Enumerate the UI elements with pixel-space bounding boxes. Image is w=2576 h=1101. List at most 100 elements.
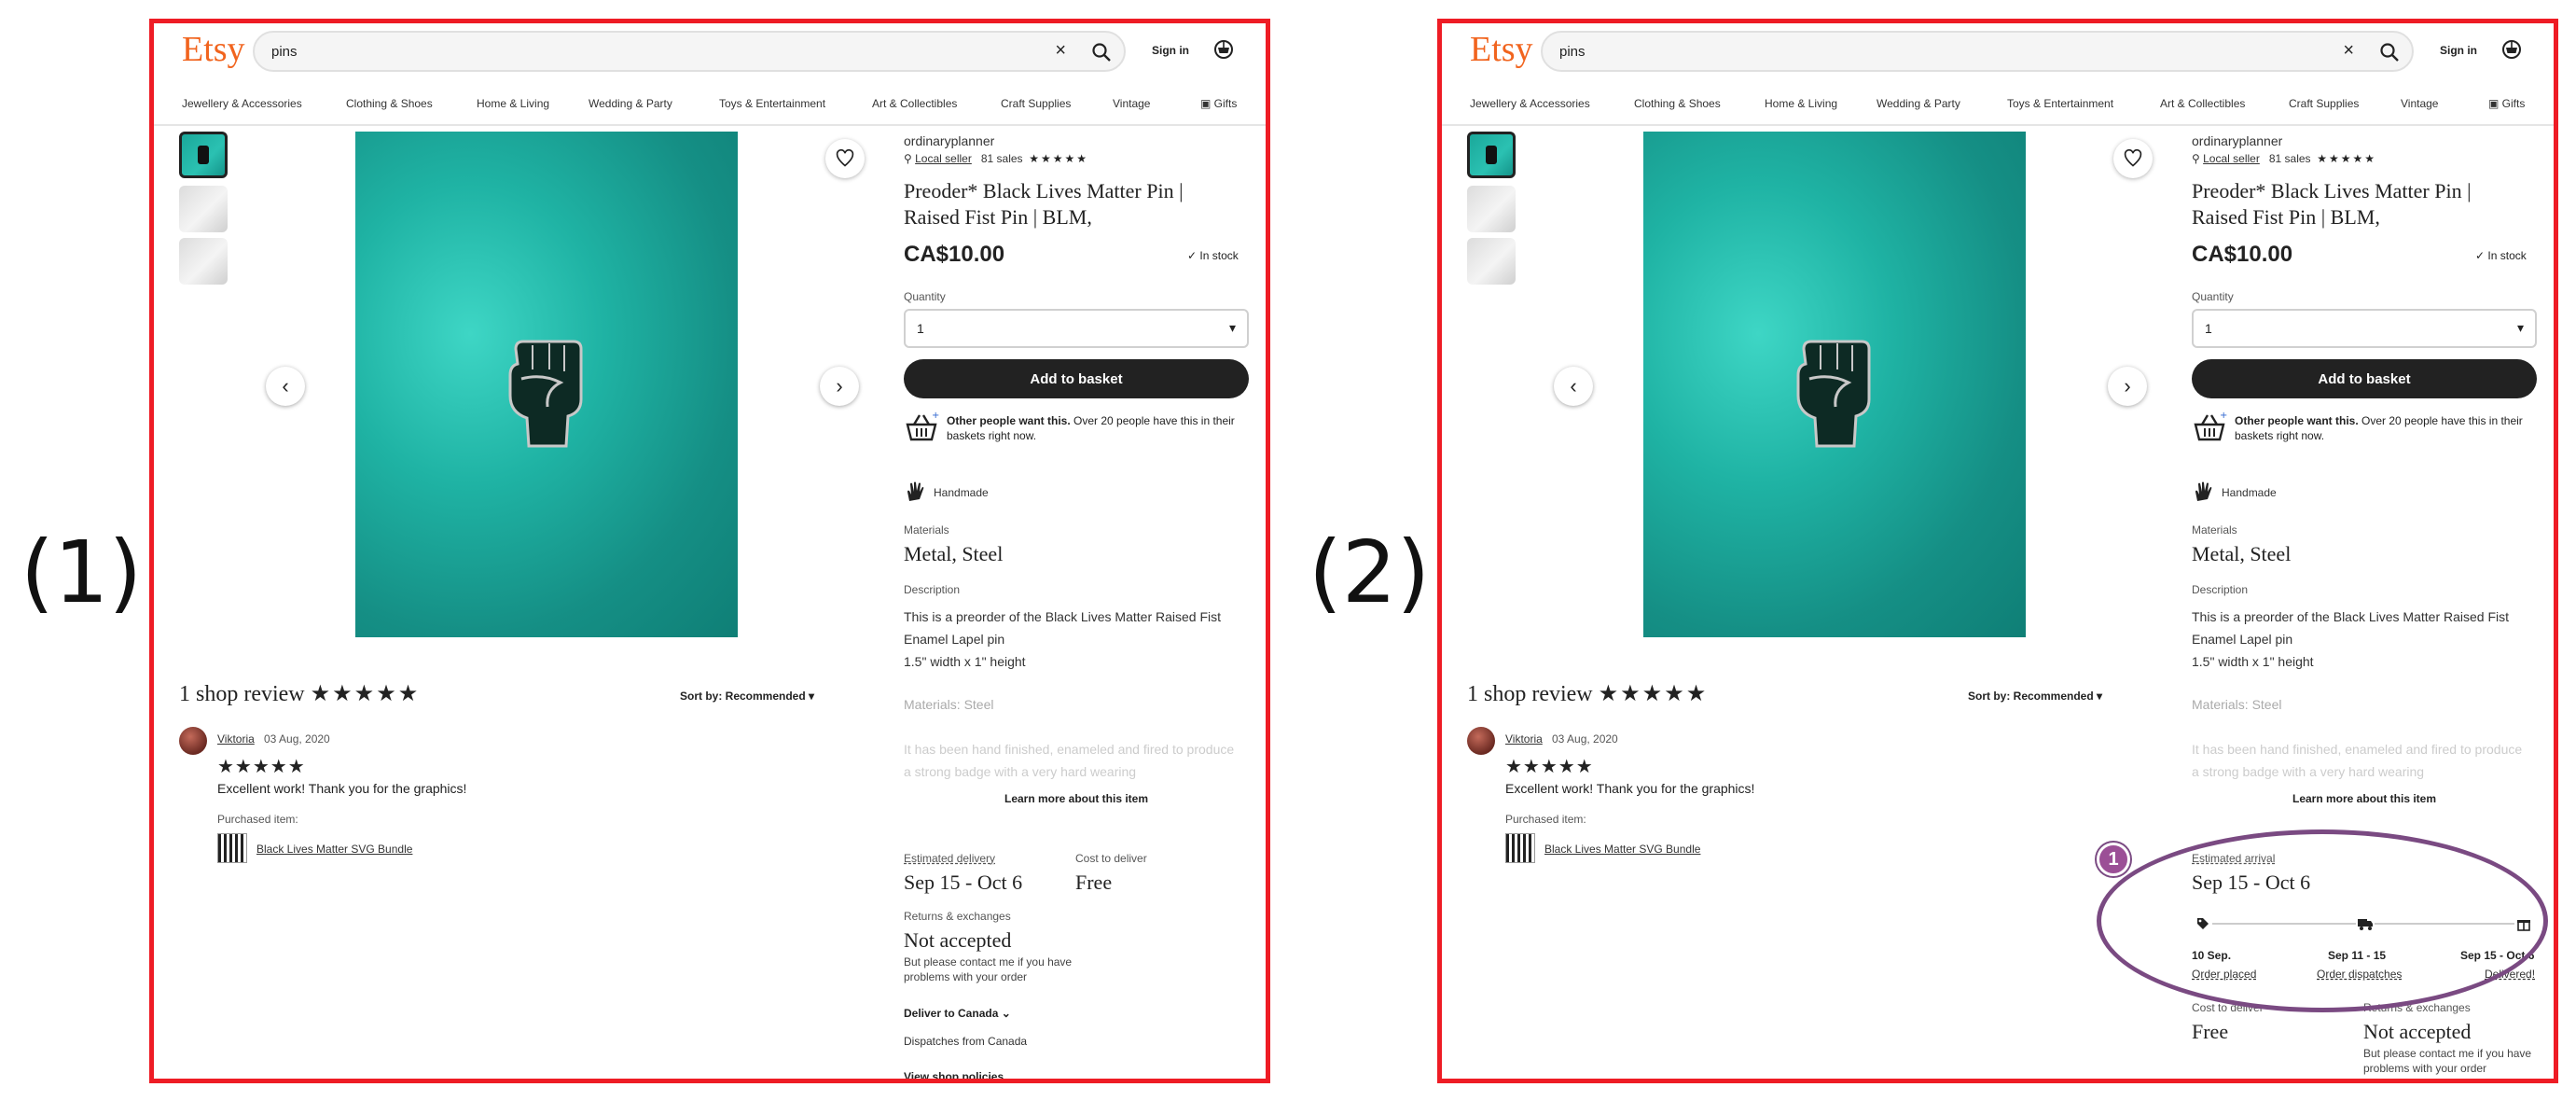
screenshot-panel-2: Etsy pins × Sign in Jewellery & Accessor…	[1437, 19, 2558, 1083]
search-bar[interactable]: pins ×	[1541, 31, 2414, 72]
basket-demand-icon: +	[2194, 411, 2227, 441]
reviews-stars: ★★★★★	[1598, 682, 1709, 706]
reviews-heading: 1 shop review ★★★★★	[1467, 680, 1708, 707]
category-jewellery[interactable]: Jewellery & Accessories	[182, 97, 302, 110]
sign-in-link[interactable]: Sign in	[2440, 44, 2477, 57]
basket-icon[interactable]	[2500, 38, 2523, 61]
returns-note: But please contact me if you have proble…	[904, 955, 1073, 983]
favorite-button[interactable]	[825, 139, 865, 178]
category-wedding[interactable]: Wedding & Party	[1877, 97, 1960, 110]
sales-count: 81 sales	[2268, 152, 2311, 165]
etsy-logo[interactable]: Etsy	[182, 29, 245, 70]
caret-down-icon: ▾	[1228, 320, 1236, 335]
category-nav: Jewellery & Accessories Clothing & Shoes…	[154, 79, 1266, 126]
quantity-select[interactable]: 1 ▾	[904, 309, 1249, 348]
close-icon[interactable]: ×	[1055, 40, 1066, 62]
product-image	[355, 132, 738, 637]
shop-rating-stars: ★★★★★	[1029, 152, 1089, 165]
caret-down-icon: ▾	[2516, 320, 2524, 335]
cost-label: Cost to deliver	[1075, 852, 1147, 865]
gallery-thumbnail-1[interactable]	[179, 132, 228, 178]
reviews-stars: ★★★★★	[310, 682, 421, 706]
returns-label: Returns & exchanges	[904, 910, 1011, 923]
avatar	[1467, 727, 1495, 755]
search-input[interactable]: pins	[1559, 44, 1586, 60]
category-jewellery[interactable]: Jewellery & Accessories	[1470, 97, 1590, 110]
deliver-to-dropdown[interactable]: Deliver to Canada ⌄	[904, 1007, 1011, 1020]
add-to-basket-button[interactable]: Add to basket	[904, 359, 1249, 398]
description-line-2: 1.5" width x 1" height	[904, 654, 1026, 669]
reviewer-name[interactable]: Viktoria	[217, 732, 255, 746]
quantity-label: Quantity	[904, 290, 946, 303]
search-icon[interactable]	[1090, 41, 1113, 63]
category-wedding[interactable]: Wedding & Party	[589, 97, 672, 110]
quantity-select[interactable]: 1 ▾	[2192, 309, 2537, 348]
sort-dropdown[interactable]: Sort by: Recommended ▾	[680, 690, 814, 703]
favorite-button[interactable]	[2113, 139, 2153, 178]
shop-name[interactable]: ordinaryplanner	[904, 133, 994, 148]
category-vintage[interactable]: Vintage	[1113, 97, 1150, 110]
category-gifts[interactable]: ▣ Gifts	[1200, 97, 1237, 110]
search-input[interactable]: pins	[271, 44, 298, 60]
description-line-1: This is a preorder of the Black Lives Ma…	[904, 609, 1222, 647]
review-stars: ★★★★★	[1505, 757, 1594, 777]
category-craft[interactable]: Craft Supplies	[2289, 97, 2359, 110]
gift-icon: ▣	[1200, 97, 1214, 110]
raised-fist-pin-image	[508, 340, 583, 448]
category-gifts[interactable]: ▣ Gifts	[2488, 97, 2525, 110]
reviewer-name[interactable]: Viktoria	[1505, 732, 1543, 746]
category-home[interactable]: Home & Living	[1765, 97, 1837, 110]
local-seller-link[interactable]: Local seller	[915, 152, 972, 165]
search-icon[interactable]	[2378, 41, 2401, 63]
sign-in-link[interactable]: Sign in	[1152, 44, 1189, 57]
close-icon[interactable]: ×	[2343, 40, 2354, 62]
reviews-title: 1 shop review	[179, 682, 305, 706]
chevron-left-icon[interactable]: ‹	[266, 367, 305, 406]
dispatch-origin: Dispatches from Canada	[904, 1035, 1028, 1048]
category-vintage[interactable]: Vintage	[2401, 97, 2438, 110]
search-bar[interactable]: pins ×	[253, 31, 1126, 72]
gallery-thumbnail-1[interactable]	[1467, 132, 1516, 178]
gallery-thumbnail-2[interactable]	[179, 186, 228, 232]
handmade-label: Handmade	[934, 486, 989, 499]
category-toys[interactable]: Toys & Entertainment	[719, 97, 825, 110]
category-clothing[interactable]: Clothing & Shoes	[346, 97, 433, 110]
category-craft[interactable]: Craft Supplies	[1001, 97, 1071, 110]
returns-value: Not accepted	[904, 928, 1012, 952]
purchased-item-link[interactable]: Black Lives Matter SVG Bundle	[256, 843, 412, 856]
chevron-left-icon[interactable]: ‹	[1554, 367, 1593, 406]
learn-more-button[interactable]: Learn more about this item	[2192, 792, 2537, 805]
gallery-thumbnail-2[interactable]	[1467, 186, 1516, 232]
category-clothing[interactable]: Clothing & Shoes	[1634, 97, 1721, 110]
etsy-logo[interactable]: Etsy	[1470, 29, 1533, 70]
purchased-item-thumbnail[interactable]	[1505, 833, 1535, 863]
add-to-basket-button[interactable]: Add to basket	[2192, 359, 2537, 398]
review-stars: ★★★★★	[217, 757, 306, 777]
product-price: CA$10.00	[904, 242, 1005, 267]
gallery-thumbnail-3[interactable]	[1467, 238, 1516, 285]
product-title: Preoder* Black Lives Matter Pin | Raised…	[904, 179, 1184, 229]
category-toys[interactable]: Toys & Entertainment	[2007, 97, 2113, 110]
purchased-item-thumbnail[interactable]	[217, 833, 247, 863]
sort-dropdown[interactable]: Sort by: Recommended ▾	[1968, 690, 2102, 703]
chevron-right-icon[interactable]: ›	[820, 367, 859, 406]
materials-value: Metal, Steel	[904, 542, 1004, 565]
basket-icon[interactable]	[1212, 38, 1235, 61]
category-home[interactable]: Home & Living	[477, 97, 549, 110]
demand-bold: Other people want this.	[2235, 414, 2359, 427]
chevron-right-icon[interactable]: ›	[2108, 367, 2147, 406]
learn-more-button[interactable]: Learn more about this item	[904, 792, 1249, 805]
shop-name[interactable]: ordinaryplanner	[2192, 133, 2282, 148]
description-label: Description	[2192, 583, 2249, 596]
highlight-ellipse	[2097, 829, 2548, 1012]
header: Etsy pins × Sign in	[154, 23, 1266, 77]
shop-policies-link[interactable]: View shop policies	[904, 1070, 1004, 1079]
purchased-item-link[interactable]: Black Lives Matter SVG Bundle	[1544, 843, 1700, 856]
estimated-delivery-label[interactable]: Estimated delivery	[904, 852, 995, 865]
handmade-label: Handmade	[2222, 486, 2277, 499]
category-art[interactable]: Art & Collectibles	[872, 97, 957, 110]
category-art[interactable]: Art & Collectibles	[2160, 97, 2245, 110]
estimated-delivery-value: Sep 15 - Oct 6	[904, 871, 1023, 894]
gallery-thumbnail-3[interactable]	[179, 238, 228, 285]
local-seller-link[interactable]: Local seller	[2203, 152, 2260, 165]
